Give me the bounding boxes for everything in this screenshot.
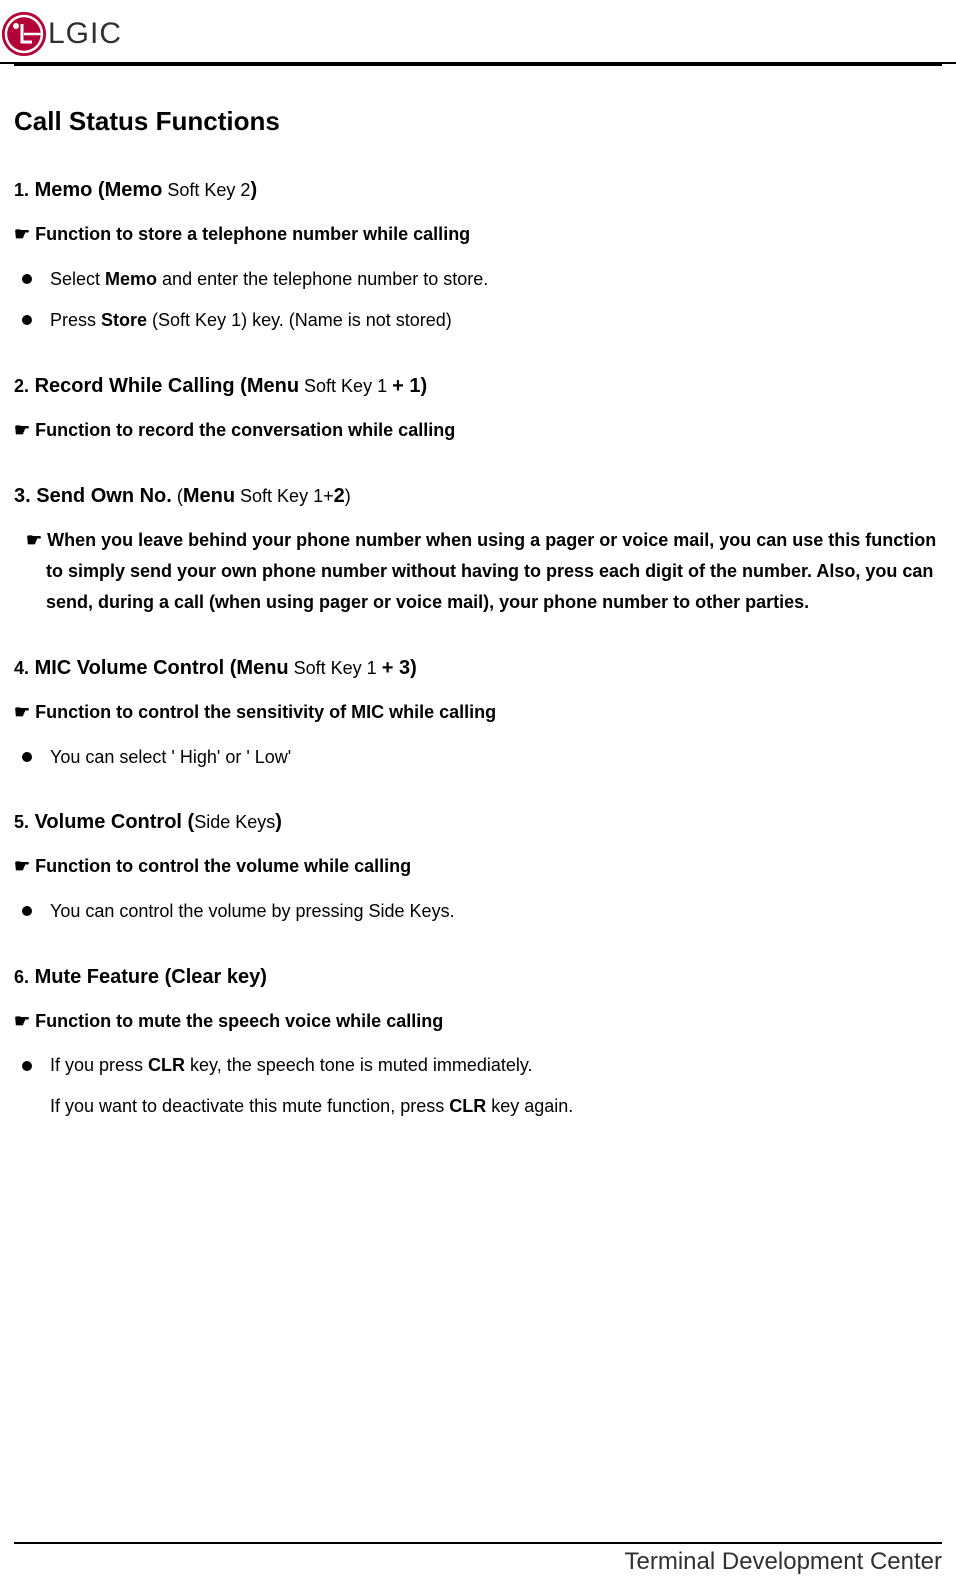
section-record: 2. Record While Calling (Menu Soft Key 1…: [14, 371, 942, 446]
section-subtitle: ☛ Function to control the sensitivity of…: [14, 697, 942, 728]
bullet-item: Select Memo and enter the telephone numb…: [14, 264, 942, 294]
section-subtitle: ☛ Function to control the volume while c…: [14, 851, 942, 882]
section-mic-volume: 4. MIC Volume Control (Menu Soft Key 1 +…: [14, 653, 942, 771]
bullet-icon: [22, 274, 32, 284]
section-mute: 6. Mute Feature (Clear key) ☛ Function t…: [14, 962, 942, 1121]
document-content: Call Status Functions 1. Memo (Memo Soft…: [0, 66, 956, 1121]
bullet-item: Press Store (Soft Key 1) key. (Name is n…: [14, 305, 942, 335]
bullet-icon: [22, 315, 32, 325]
section-memo: 1. Memo (Memo Soft Key 2) ☛ Function to …: [14, 175, 942, 335]
section-subtitle: ☛ Function to store a telephone number w…: [14, 219, 942, 250]
section-title: 3. Send Own No. (Menu Soft Key 1+2): [14, 481, 942, 511]
bullet-icon: [22, 1061, 32, 1071]
section-title: 4. MIC Volume Control (Menu Soft Key 1 +…: [14, 653, 942, 683]
section-title: 1. Memo (Memo Soft Key 2): [14, 175, 942, 205]
bullet-item: If you press CLR key, the speech tone is…: [14, 1050, 942, 1080]
section-title: 6. Mute Feature (Clear key): [14, 962, 942, 992]
section-subtitle: ☛ Function to record the conversation wh…: [14, 415, 942, 446]
section-send-own-no: 3. Send Own No. (Menu Soft Key 1+2) ☛ Wh…: [14, 481, 942, 617]
footer-text: Terminal Development Center: [625, 1548, 942, 1576]
header: LGIC: [0, 0, 956, 64]
section-title: 5. Volume Control (Side Keys): [14, 807, 942, 837]
section-volume: 5. Volume Control (Side Keys) ☛ Function…: [14, 807, 942, 925]
logo-text: LGIC: [48, 17, 122, 51]
bullet-icon: [22, 906, 32, 916]
bullet-continue: If you want to deactivate this mute func…: [14, 1092, 942, 1121]
bullet-item: You can control the volume by pressing S…: [14, 896, 942, 926]
section-title: 2. Record While Calling (Menu Soft Key 1…: [14, 371, 942, 401]
bullet-icon: [22, 752, 32, 762]
section-subtitle: ☛ When you leave behind your phone numbe…: [14, 525, 942, 617]
bullet-item: You can select ' High' or ' Low': [14, 742, 942, 772]
section-subtitle: ☛ Function to mute the speech voice whil…: [14, 1006, 942, 1037]
main-title: Call Status Functions: [14, 106, 942, 137]
footer: Terminal Development Center: [14, 1542, 942, 1576]
lg-logo-icon: [2, 12, 46, 56]
